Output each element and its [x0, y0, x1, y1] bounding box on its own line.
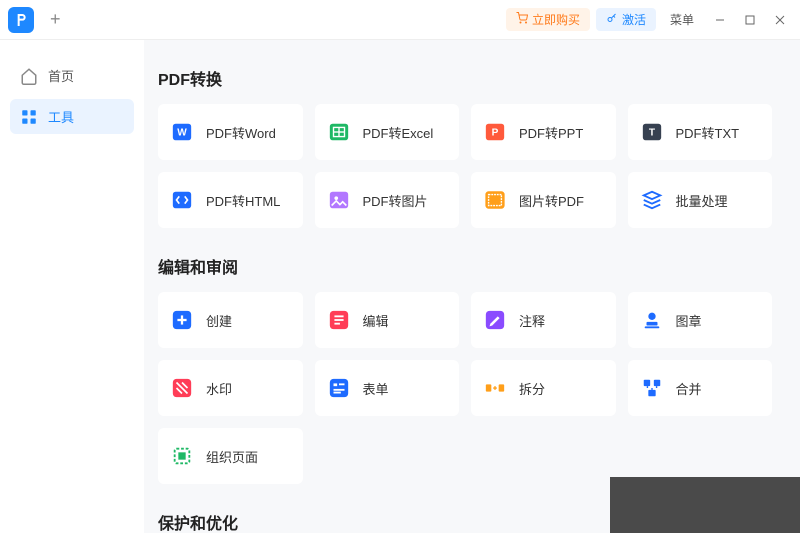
sidebar-item-home[interactable]: 首页: [10, 58, 134, 93]
pdf-convert-grid: W PDF转Word PDF转Excel P PDF转PPT T PDF转TXT: [158, 104, 772, 228]
tool-watermark[interactable]: 水印: [158, 360, 303, 416]
tool-annotate[interactable]: 注释: [471, 292, 616, 348]
titlebar: + 立即购买 激活 菜单: [0, 0, 800, 40]
edit-icon: [327, 308, 351, 332]
tool-label: 图章: [676, 311, 702, 330]
split-icon: [483, 376, 507, 400]
stamp-icon: [640, 308, 664, 332]
svg-text:W: W: [177, 128, 187, 139]
tool-split[interactable]: 拆分: [471, 360, 616, 416]
tool-organize-pages[interactable]: 组织页面: [158, 428, 303, 484]
tool-pdf-to-excel[interactable]: PDF转Excel: [315, 104, 460, 160]
app-window: + 立即购买 激活 菜单 首页 工具: [0, 0, 800, 533]
minimize-button[interactable]: [708, 8, 732, 32]
tool-batch[interactable]: 批量处理: [628, 172, 773, 228]
bottom-overlay: [610, 477, 800, 533]
grid-icon: [20, 108, 38, 126]
sidebar-item-tools[interactable]: 工具: [10, 99, 134, 134]
create-icon: [170, 308, 194, 332]
tool-merge[interactable]: 合并: [628, 360, 773, 416]
txt-icon: T: [640, 120, 664, 144]
watermark-icon: [170, 376, 194, 400]
sidebar-item-label: 首页: [48, 66, 74, 85]
home-icon: [20, 67, 38, 85]
ppt-icon: P: [483, 120, 507, 144]
tool-pdf-to-txt[interactable]: T PDF转TXT: [628, 104, 773, 160]
html-icon: [170, 188, 194, 212]
tool-label: 批量处理: [676, 191, 728, 210]
tool-pdf-to-html[interactable]: PDF转HTML: [158, 172, 303, 228]
sidebar-item-label: 工具: [48, 107, 74, 126]
menu-button[interactable]: 菜单: [662, 11, 702, 28]
activate-button[interactable]: 激活: [596, 8, 656, 31]
form-icon: [327, 376, 351, 400]
tool-label: PDF转HTML: [206, 191, 280, 210]
tool-edit[interactable]: 编辑: [315, 292, 460, 348]
tool-label: 图片转PDF: [519, 191, 584, 210]
merge-icon: [640, 376, 664, 400]
new-tab-button[interactable]: +: [44, 9, 67, 30]
tool-label: 拆分: [519, 379, 545, 398]
tool-image-to-pdf[interactable]: 图片转PDF: [471, 172, 616, 228]
svg-text:P: P: [492, 128, 499, 139]
organize-icon: [170, 444, 194, 468]
buy-now-label: 立即购买: [532, 11, 580, 28]
activate-label: 激活: [622, 11, 646, 28]
tool-label: PDF转PPT: [519, 123, 583, 142]
tool-label: 注释: [519, 311, 545, 330]
tool-label: PDF转图片: [363, 191, 428, 210]
tool-form[interactable]: 表单: [315, 360, 460, 416]
tool-stamp[interactable]: 图章: [628, 292, 773, 348]
svg-text:T: T: [648, 128, 655, 139]
tool-pdf-to-word[interactable]: W PDF转Word: [158, 104, 303, 160]
tool-label: 表单: [363, 379, 389, 398]
tool-label: 水印: [206, 379, 232, 398]
close-button[interactable]: [768, 8, 792, 32]
titlebar-right: 立即购买 激活 菜单: [506, 8, 792, 32]
titlebar-left: +: [8, 7, 67, 33]
excel-icon: [327, 120, 351, 144]
tool-create[interactable]: 创建: [158, 292, 303, 348]
section-title-pdf-convert: PDF转换: [158, 66, 772, 90]
tool-label: PDF转Word: [206, 123, 276, 142]
key-icon: [606, 12, 618, 27]
word-icon: W: [170, 120, 194, 144]
tool-label: 创建: [206, 311, 232, 330]
app-logo-icon[interactable]: [8, 7, 34, 33]
tool-pdf-to-ppt[interactable]: P PDF转PPT: [471, 104, 616, 160]
body: 首页 工具 PDF转换 W PDF转Word PDF转Excel P: [0, 40, 800, 533]
main-content: PDF转换 W PDF转Word PDF转Excel P PDF转PPT T P…: [144, 40, 800, 533]
edit-review-grid: 创建 编辑 注释 图章 水印: [158, 292, 772, 484]
buy-now-button[interactable]: 立即购买: [506, 8, 590, 31]
tool-label: 合并: [676, 379, 702, 398]
tool-label: 编辑: [363, 311, 389, 330]
tool-label: 组织页面: [206, 447, 258, 466]
image-to-pdf-icon: [483, 188, 507, 212]
cart-icon: [516, 12, 528, 27]
section-title-edit-review: 编辑和审阅: [158, 254, 772, 278]
tool-label: PDF转TXT: [676, 123, 740, 142]
sidebar: 首页 工具: [0, 40, 144, 533]
image-icon: [327, 188, 351, 212]
tool-label: PDF转Excel: [363, 123, 434, 142]
annotate-icon: [483, 308, 507, 332]
batch-icon: [640, 188, 664, 212]
maximize-button[interactable]: [738, 8, 762, 32]
tool-pdf-to-image[interactable]: PDF转图片: [315, 172, 460, 228]
